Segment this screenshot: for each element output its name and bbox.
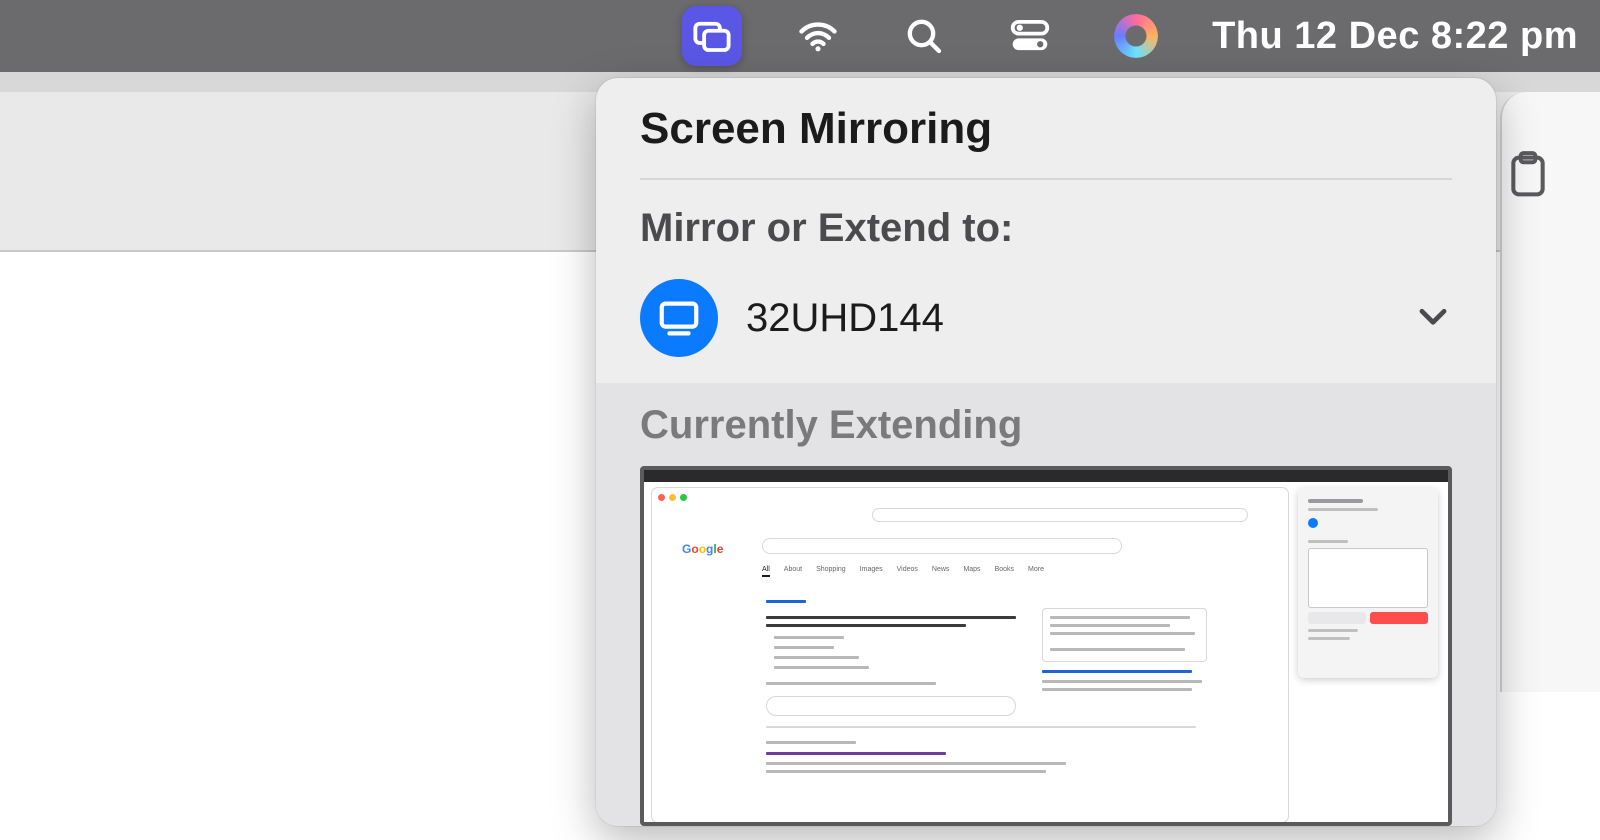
mirror-extend-label: Mirror or Extend to: [640,206,1452,251]
display-device-row[interactable]: 32UHD144 [640,273,1452,383]
spotlight-search-icon[interactable] [894,6,954,66]
system-menubar: Thu 12 Dec 8:22 pm [0,0,1600,72]
third-party-app-icon[interactable] [1106,6,1166,66]
currently-extending-section: Currently Extending Google AllAboutShopp… [596,383,1496,826]
control-center-icon[interactable] [1000,6,1060,66]
wifi-menubar-icon[interactable] [788,6,848,66]
menubar-clock[interactable]: Thu 12 Dec 8:22 pm [1212,15,1578,58]
display-device-name: 32UHD144 [746,296,1386,341]
divider [640,178,1452,180]
menubar-clock-text: Thu 12 Dec 8:22 pm [1212,15,1578,58]
desktop-preview-thumbnail[interactable]: Google AllAboutShoppingImagesVideosNewsM… [640,466,1452,826]
screen-mirroring-menubar-icon[interactable] [682,6,742,66]
display-icon [640,279,718,357]
clipboard-icon [1506,150,1550,207]
screen-mirroring-panel: Screen Mirroring Mirror or Extend to: 32… [596,78,1496,826]
chevron-down-icon[interactable] [1414,297,1452,340]
panel-title: Screen Mirroring [640,104,1452,154]
currently-extending-label: Currently Extending [640,403,1452,448]
